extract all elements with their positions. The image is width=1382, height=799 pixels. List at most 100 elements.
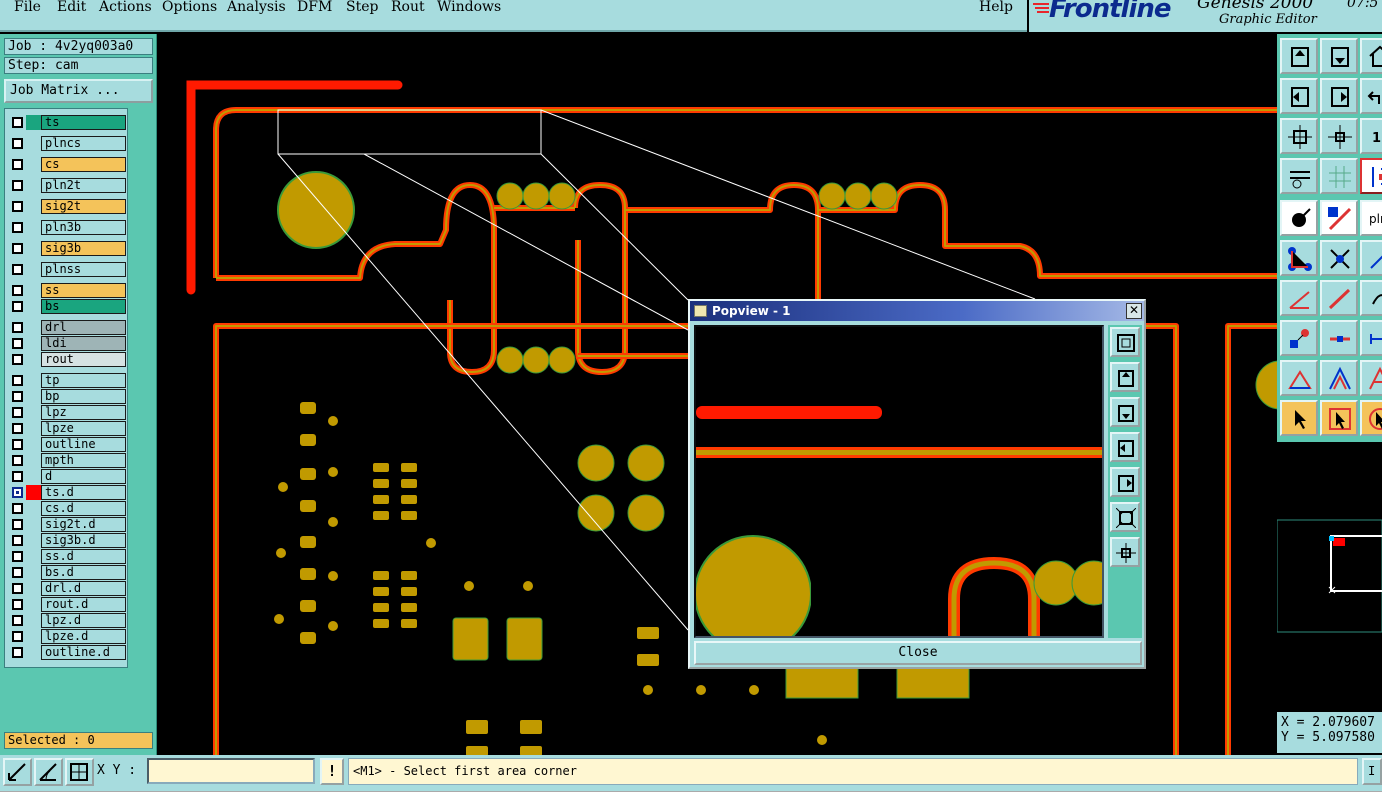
layer-row[interactable]: lpz.d <box>7 613 127 628</box>
layer-row[interactable]: bs <box>7 299 127 314</box>
layer-name[interactable]: pln2t <box>41 178 126 193</box>
popview-zoom-in-button[interactable] <box>1110 502 1140 532</box>
popview-close-button[interactable]: Close <box>694 641 1142 665</box>
window-menu-icon[interactable] <box>694 305 707 317</box>
layer-color-swatch[interactable] <box>26 533 41 548</box>
layer-color-swatch[interactable] <box>26 645 41 660</box>
layer-color-swatch[interactable] <box>26 241 41 256</box>
layer-color-swatch[interactable] <box>26 352 41 367</box>
tool-zoom-in-button[interactable] <box>1280 118 1318 154</box>
layer-checkbox[interactable] <box>12 471 23 482</box>
layer-checkbox[interactable] <box>12 503 23 514</box>
layer-color-swatch[interactable] <box>26 199 41 214</box>
layer-checkbox[interactable] <box>12 391 23 402</box>
layer-row[interactable]: ts <box>7 115 127 130</box>
grid-snap-button[interactable] <box>65 758 94 786</box>
tool-select-circle-button[interactable] <box>1360 400 1382 436</box>
tool-rotate-button[interactable] <box>1360 280 1382 316</box>
layer-name[interactable]: ldi <box>41 336 126 351</box>
popview-close-x-button[interactable]: ✕ <box>1126 303 1142 319</box>
layer-color-swatch[interactable] <box>26 389 41 404</box>
layer-color-swatch[interactable] <box>26 220 41 235</box>
layer-row[interactable]: bp <box>7 389 127 404</box>
tool-zoom-out-button[interactable] <box>1320 118 1358 154</box>
tool-split-line-button[interactable] <box>1320 320 1358 356</box>
layer-name[interactable]: cs <box>41 157 126 172</box>
layer-color-swatch[interactable] <box>26 613 41 628</box>
layer-name[interactable]: lpze.d <box>41 629 126 644</box>
layer-row[interactable]: pln3b <box>7 220 127 235</box>
tool-add-line-button[interactable] <box>1280 280 1318 316</box>
layer-checkbox[interactable] <box>12 301 23 312</box>
layer-row[interactable]: plnss <box>7 262 127 277</box>
layer-name[interactable]: plnss <box>41 262 126 277</box>
layer-checkbox[interactable] <box>12 222 23 233</box>
layer-row[interactable]: d <box>7 469 127 484</box>
layer-row[interactable]: ts.d <box>7 485 127 500</box>
layer-color-swatch[interactable] <box>26 501 41 516</box>
tool-snap-button[interactable] <box>1360 158 1382 194</box>
layer-name[interactable]: rout <box>41 352 126 367</box>
tool-scale-button[interactable]: 1: <box>1360 118 1382 154</box>
tool-home-button[interactable] <box>1360 38 1382 74</box>
tool-pointer-button[interactable] <box>1280 400 1318 436</box>
tool-page-up-button[interactable] <box>1280 38 1318 74</box>
tool-settings-button[interactable] <box>1280 158 1318 194</box>
layer-name[interactable]: d <box>41 469 126 484</box>
layer-color-swatch[interactable] <box>26 485 41 500</box>
layer-checkbox[interactable] <box>12 264 23 275</box>
layer-checkbox[interactable] <box>12 375 23 386</box>
layer-checkbox[interactable] <box>12 354 23 365</box>
tool-select-point-button[interactable] <box>1280 200 1318 236</box>
layer-name[interactable]: cs.d <box>41 501 126 516</box>
layer-color-swatch[interactable] <box>26 262 41 277</box>
layer-row[interactable]: ss <box>7 283 127 298</box>
tool-delete-node-button[interactable] <box>1320 240 1358 276</box>
angle-mode-button[interactable] <box>34 758 63 786</box>
layer-checkbox[interactable] <box>12 567 23 578</box>
layer-color-swatch[interactable] <box>26 629 41 644</box>
layer-color-swatch[interactable] <box>26 469 41 484</box>
layer-checkbox[interactable] <box>12 519 23 530</box>
layer-checkbox[interactable] <box>12 551 23 562</box>
layer-color-swatch[interactable] <box>26 453 41 468</box>
layer-row[interactable]: cs.d <box>7 501 127 516</box>
layer-row[interactable]: sig2t <box>7 199 127 214</box>
tool-select-box-button[interactable] <box>1320 400 1358 436</box>
layer-row[interactable]: ldi <box>7 336 127 351</box>
layer-row[interactable]: lpze <box>7 421 127 436</box>
layer-name[interactable]: drl.d <box>41 581 126 596</box>
snap-mode-button[interactable] <box>3 758 32 786</box>
layer-name[interactable]: sig3b.d <box>41 533 126 548</box>
info-button[interactable]: I <box>1362 758 1382 785</box>
layer-name[interactable]: rout.d <box>41 597 126 612</box>
tool-page-down-button[interactable] <box>1320 38 1358 74</box>
layer-checkbox[interactable] <box>12 338 23 349</box>
popview-title[interactable]: Popview - 1 <box>690 301 1144 321</box>
layer-checkbox[interactable] <box>12 487 23 498</box>
tool-fill-button[interactable] <box>1360 360 1382 396</box>
layer-name[interactable]: bp <box>41 389 126 404</box>
job-matrix-button[interactable]: Job Matrix ... <box>4 79 153 103</box>
overview-map[interactable] <box>1276 442 1382 712</box>
layer-row[interactable]: outline <box>7 437 127 452</box>
layer-row[interactable]: lpze.d <box>7 629 127 644</box>
layer-color-swatch[interactable] <box>26 597 41 612</box>
layer-name[interactable]: outline.d <box>41 645 126 660</box>
layer-row[interactable]: pln2t <box>7 178 127 193</box>
tool-add-pad-button[interactable] <box>1280 320 1318 356</box>
menu-edit[interactable]: Edit <box>57 0 86 14</box>
layer-color-swatch[interactable] <box>26 178 41 193</box>
tool-polygon-button[interactable] <box>1280 360 1318 396</box>
layer-color-swatch[interactable] <box>26 115 41 130</box>
layer-row[interactable]: bs.d <box>7 565 127 580</box>
layer-name[interactable]: sig3b <box>41 241 126 256</box>
xy-input[interactable] <box>147 758 315 784</box>
layer-row[interactable]: cs <box>7 157 127 172</box>
layer-row[interactable]: mpth <box>7 453 127 468</box>
layer-name[interactable]: sig2t.d <box>41 517 126 532</box>
popview-pan-left-button[interactable] <box>1110 432 1140 462</box>
popview-pan-right-button[interactable] <box>1110 467 1140 497</box>
layer-checkbox[interactable] <box>12 647 23 658</box>
layer-color-swatch[interactable] <box>26 136 41 151</box>
